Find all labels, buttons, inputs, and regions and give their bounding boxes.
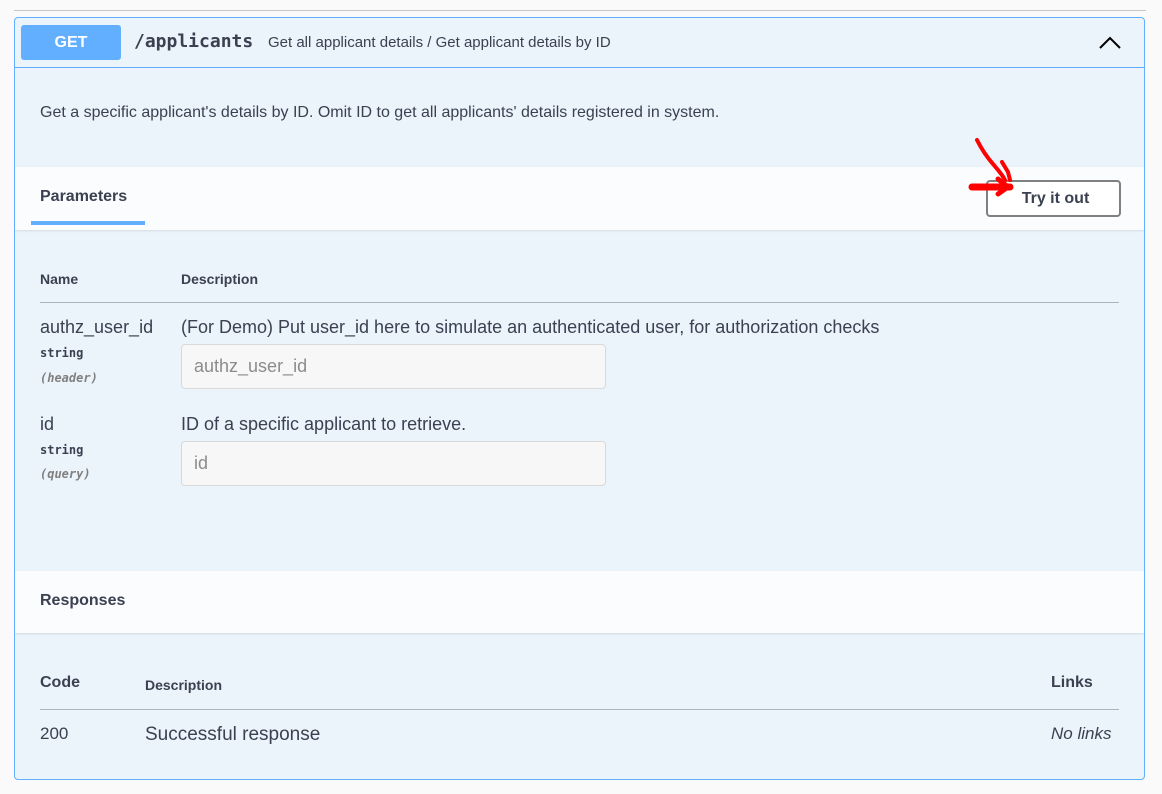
chevron-up-icon[interactable] <box>1098 31 1122 55</box>
responses-section-header: Responses <box>15 571 1144 633</box>
authz-user-id-input[interactable] <box>181 344 606 389</box>
column-header-description: Description <box>145 677 223 693</box>
http-method-badge: GET <box>21 25 121 60</box>
response-links: No links <box>1051 724 1112 743</box>
column-header-code: Code <box>40 674 80 691</box>
column-header-links: Links <box>1051 674 1093 691</box>
responses-table-divider <box>40 709 1119 710</box>
response-code: 200 <box>40 724 69 743</box>
parameters-table-divider <box>40 302 1119 303</box>
column-header-description: Description <box>181 271 259 287</box>
parameter-type: string <box>40 443 84 457</box>
operation-summary-text: Get all applicant details / Get applican… <box>268 34 611 51</box>
operation-summary-bar[interactable]: GET /applicants Get all applicant detail… <box>15 18 1144 68</box>
parameter-location: (query) <box>40 467 91 481</box>
response-description: Successful response <box>145 724 321 745</box>
responses-title: Responses <box>40 592 126 609</box>
endpoint-path: /applicants <box>134 31 254 52</box>
tab-active-indicator <box>31 221 145 225</box>
red-arrow-annotation-icon <box>968 138 1014 197</box>
parameter-type: string <box>40 346 84 360</box>
parameter-location: (header) <box>40 371 98 385</box>
parameter-name: id <box>40 414 55 434</box>
top-divider <box>14 10 1146 11</box>
id-input[interactable] <box>181 441 606 486</box>
parameter-description: ID of a specific applicant to retrieve. <box>181 414 467 434</box>
tab-parameters[interactable]: Parameters <box>40 188 127 206</box>
parameter-name: authz_user_id <box>40 317 154 337</box>
operation-description: Get a specific applicant's details by ID… <box>40 104 720 121</box>
column-header-name: Name <box>40 271 79 287</box>
parameter-description: (For Demo) Put user_id here to simulate … <box>181 317 880 337</box>
